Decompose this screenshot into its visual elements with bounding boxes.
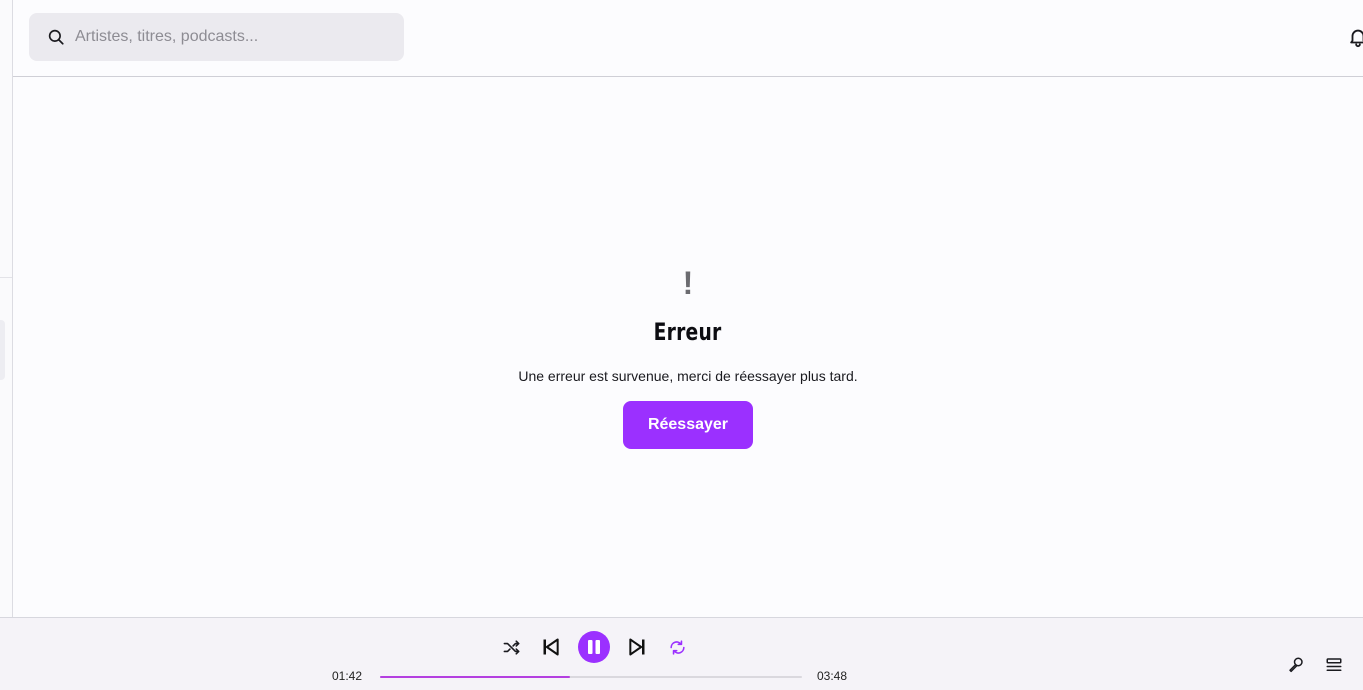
- sidebar-toggle-handle[interactable]: [0, 320, 5, 380]
- player-extra-tools: [1283, 649, 1347, 681]
- search-icon: [48, 29, 64, 45]
- error-message: Une erreur est survenue, merci de réessa…: [518, 368, 858, 384]
- progress-fill: [380, 676, 570, 678]
- queue-button[interactable]: [1321, 649, 1347, 681]
- queue-icon: [1326, 658, 1342, 671]
- top-bar: [13, 0, 1363, 77]
- error-icon: !: [682, 265, 694, 301]
- search-input[interactable]: [75, 28, 375, 46]
- lyrics-button[interactable]: [1283, 649, 1309, 681]
- search-bar[interactable]: [29, 13, 404, 61]
- sidebar-divider: [0, 277, 12, 278]
- repeat-icon: [669, 639, 685, 655]
- play-pause-button[interactable]: [578, 631, 610, 663]
- track-duration: 03:48: [817, 669, 848, 683]
- retry-button[interactable]: Réessayer: [623, 401, 753, 449]
- current-time: 01:42: [332, 669, 363, 683]
- sidebar-collapsed: [0, 0, 13, 617]
- progress-bar[interactable]: [380, 676, 802, 678]
- repeat-button[interactable]: [664, 631, 690, 663]
- previous-button[interactable]: [538, 631, 564, 663]
- player-bar: 01:42 03:48: [0, 617, 1363, 690]
- next-button[interactable]: [624, 631, 650, 663]
- error-title: Erreur: [654, 318, 722, 346]
- microphone-icon: [1289, 657, 1303, 673]
- app-root: ! Erreur Une erreur est survenue, merci …: [0, 0, 1363, 690]
- playback-controls: [498, 631, 690, 663]
- pause-icon: [588, 640, 600, 654]
- main-content: ! Erreur Une erreur est survenue, merci …: [13, 78, 1363, 617]
- bell-icon[interactable]: [1347, 26, 1363, 48]
- shuffle-icon: [503, 639, 519, 655]
- skip-next-icon: [629, 638, 645, 656]
- shuffle-button[interactable]: [498, 631, 524, 663]
- skip-previous-icon: [543, 638, 559, 656]
